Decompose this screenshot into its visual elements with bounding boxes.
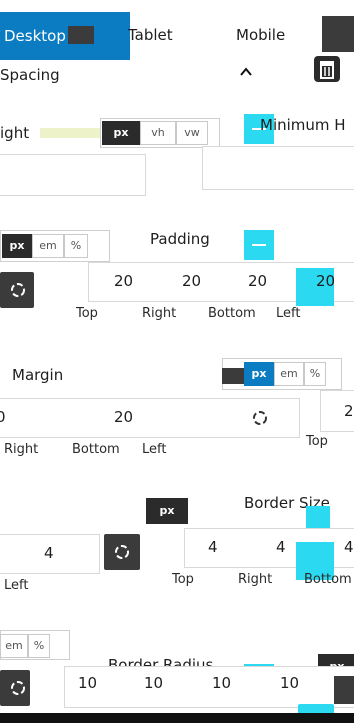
height-unit-vh[interactable]: vh — [140, 121, 176, 145]
padding-top-input[interactable]: 20 — [114, 272, 133, 290]
height-unit-vw[interactable]: vw — [176, 121, 208, 145]
tab-tablet-label: Tablet — [128, 26, 173, 44]
height-label: ight — [0, 124, 30, 142]
border-radius-unit-pct[interactable]: % — [28, 634, 50, 658]
margin-unit-em[interactable]: em — [274, 362, 304, 386]
border-radius-corner-block — [334, 676, 354, 704]
border-radius-values-box — [64, 666, 354, 708]
tab-mobile[interactable]: Mobile — [236, 11, 316, 59]
margin-unit-px[interactable]: px — [244, 362, 274, 386]
margin-unit-marker — [222, 368, 244, 384]
border-radius-left-input[interactable]: 10 — [280, 674, 299, 692]
border-size-side-right: Right — [238, 572, 273, 587]
border-radius-unit-em[interactable]: em — [0, 634, 28, 658]
margin-side-right: Right — [4, 442, 39, 457]
height-ghost-text — [40, 128, 100, 138]
margin-link-button[interactable] — [242, 400, 278, 436]
padding-side-left: Left — [276, 306, 301, 321]
height-unit-px[interactable]: px — [102, 121, 140, 145]
padding-toggle[interactable] — [244, 230, 274, 260]
border-size-side-left: Left — [4, 578, 29, 593]
border-radius-right-input[interactable]: 10 — [144, 674, 163, 692]
tab-right-block — [322, 16, 354, 52]
border-radius-top-input[interactable]: 10 — [78, 674, 97, 692]
margin-top-input[interactable]: 2 — [344, 402, 354, 420]
margin-label: Margin — [12, 366, 64, 384]
padding-side-right: Right — [142, 306, 177, 321]
chevron-up-icon[interactable] — [238, 64, 254, 80]
border-size-link-button[interactable] — [104, 534, 140, 570]
tab-mobile-label: Mobile — [236, 26, 286, 44]
border-size-top-input[interactable]: 4 — [208, 538, 218, 556]
padding-unit-em[interactable]: em — [32, 234, 64, 258]
border-size-left-input[interactable]: 4 — [44, 544, 54, 562]
margin-side-bottom: Bottom — [72, 442, 120, 457]
margin-bottom-input[interactable]: 20 — [114, 408, 133, 426]
padding-label: Padding — [150, 230, 210, 248]
padding-side-bottom: Bottom — [208, 306, 256, 321]
min-height-input[interactable] — [202, 146, 354, 190]
border-size-side-top: Top — [172, 572, 194, 587]
tab-desktop[interactable]: Desktop — [0, 12, 130, 60]
padding-unit-px[interactable]: px — [2, 234, 32, 258]
margin-right-input[interactable]: 0 — [0, 408, 6, 426]
bottom-bar — [0, 713, 354, 723]
height-input[interactable] — [0, 154, 146, 196]
padding-unit-pct[interactable]: % — [64, 234, 88, 258]
border-size-toggle[interactable] — [306, 506, 330, 530]
padding-side-top: Top — [76, 306, 98, 321]
border-size-bottom-input[interactable]: 4 — [344, 538, 354, 556]
border-radius-bottom-input[interactable]: 10 — [212, 674, 231, 692]
padding-bottom-input[interactable]: 20 — [248, 272, 267, 290]
border-size-right-input[interactable]: 4 — [276, 538, 286, 556]
tab-tablet[interactable]: Tablet — [128, 11, 208, 59]
margin-side-top: Top — [306, 434, 328, 449]
min-height-label: Minimum H — [260, 116, 346, 134]
padding-left-input[interactable]: 20 — [316, 272, 335, 290]
border-size-side-bottom: Bottom — [304, 572, 352, 587]
section-title-spacing: Spacing — [0, 66, 60, 84]
padding-link-button[interactable] — [0, 272, 34, 308]
tab-desktop-edge — [68, 26, 94, 44]
padding-right-input[interactable]: 20 — [182, 272, 201, 290]
trash-icon[interactable] — [312, 54, 342, 84]
border-size-unit-px[interactable]: px — [146, 498, 188, 524]
margin-side-left: Left — [142, 442, 167, 457]
border-radius-link-button[interactable] — [0, 670, 30, 706]
tab-desktop-label: Desktop — [4, 27, 66, 45]
margin-unit-pct[interactable]: % — [304, 362, 326, 386]
